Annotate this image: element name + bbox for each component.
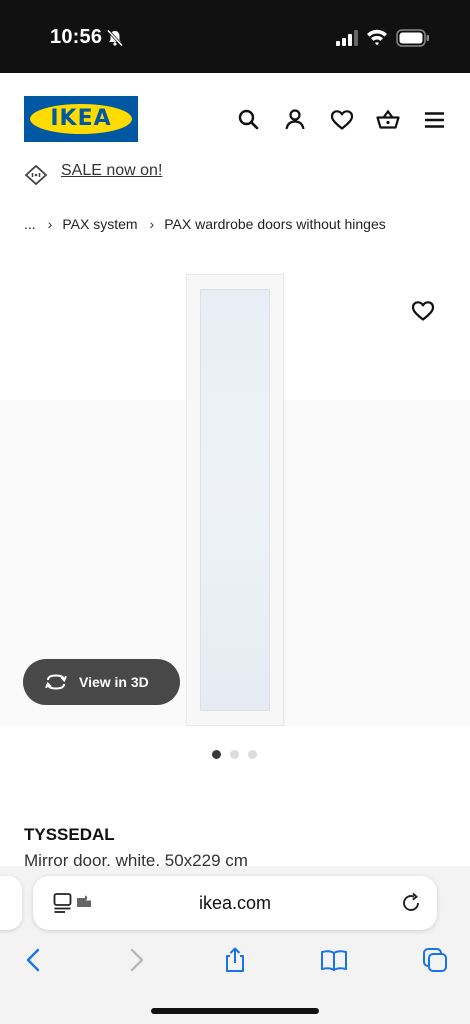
wifi-icon bbox=[367, 29, 387, 46]
image-carousel-dots bbox=[212, 750, 257, 759]
address-bar[interactable]: ikea.com bbox=[33, 876, 437, 930]
reload-icon[interactable] bbox=[400, 892, 422, 914]
home-indicator bbox=[151, 1008, 319, 1014]
battery-icon bbox=[396, 29, 429, 47]
share-button[interactable] bbox=[221, 946, 249, 974]
add-to-favourites-button[interactable] bbox=[410, 298, 436, 324]
bell-muted-icon bbox=[106, 29, 124, 47]
heart-icon bbox=[411, 301, 435, 321]
forward-button[interactable] bbox=[122, 946, 150, 974]
heart-icon bbox=[330, 110, 354, 130]
browser-toolbar: ikea.com bbox=[0, 866, 470, 1024]
bookmarks-button[interactable] bbox=[320, 946, 348, 974]
view-in-3d-button[interactable]: View in 3D bbox=[23, 659, 180, 705]
account-button[interactable] bbox=[282, 107, 308, 133]
tabs-icon bbox=[423, 948, 447, 972]
share-icon bbox=[226, 947, 244, 972]
status-bar: 10:56 bbox=[0, 0, 470, 73]
view-in-3d-label: View in 3D bbox=[79, 674, 149, 690]
chevron-right-icon: › bbox=[47, 216, 53, 232]
logo-text: IKEA bbox=[50, 106, 112, 131]
chevron-right-icon bbox=[130, 948, 144, 972]
sale-link[interactable]: SALE now on! bbox=[61, 162, 162, 180]
cellular-signal-icon bbox=[336, 30, 358, 46]
breadcrumb-item-pax-doors[interactable]: PAX wardrobe doors without hinges bbox=[164, 216, 386, 232]
carousel-dot[interactable] bbox=[230, 750, 239, 759]
breadcrumb-ellipsis[interactable]: ... bbox=[24, 216, 36, 232]
chevron-left-icon bbox=[26, 948, 40, 972]
chevron-right-icon: › bbox=[149, 216, 155, 232]
rotate-3d-icon bbox=[45, 674, 67, 690]
url-text: ikea.com bbox=[198, 893, 272, 913]
breadcrumb-item-pax-system[interactable]: PAX system bbox=[62, 216, 137, 232]
menu-button[interactable] bbox=[422, 107, 448, 133]
carousel-dot[interactable] bbox=[212, 750, 221, 759]
ikea-logo[interactable]: IKEA bbox=[24, 96, 138, 142]
menu-icon bbox=[425, 112, 444, 128]
previous-tab-preview[interactable] bbox=[0, 876, 22, 930]
site-header: IKEA bbox=[0, 73, 470, 165]
mirror-panel bbox=[200, 289, 270, 711]
basket-icon bbox=[376, 109, 400, 129]
back-button[interactable] bbox=[20, 946, 48, 974]
carousel-dot[interactable] bbox=[248, 750, 257, 759]
product-name: TYSSEDAL bbox=[24, 825, 115, 844]
favourites-button[interactable] bbox=[329, 107, 355, 133]
search-button[interactable] bbox=[236, 107, 262, 133]
search-icon bbox=[238, 109, 259, 130]
breadcrumb: ... › PAX system › PAX wardrobe doors wi… bbox=[24, 216, 386, 232]
sale-banner: SALE now on! bbox=[0, 160, 470, 188]
price-tag-icon bbox=[24, 164, 48, 186]
basket-button[interactable] bbox=[375, 107, 401, 133]
status-time: 10:56 bbox=[50, 26, 103, 48]
account-icon bbox=[285, 109, 305, 130]
product-image[interactable] bbox=[186, 274, 284, 726]
tabs-button[interactable] bbox=[421, 946, 449, 974]
book-icon bbox=[321, 950, 347, 971]
